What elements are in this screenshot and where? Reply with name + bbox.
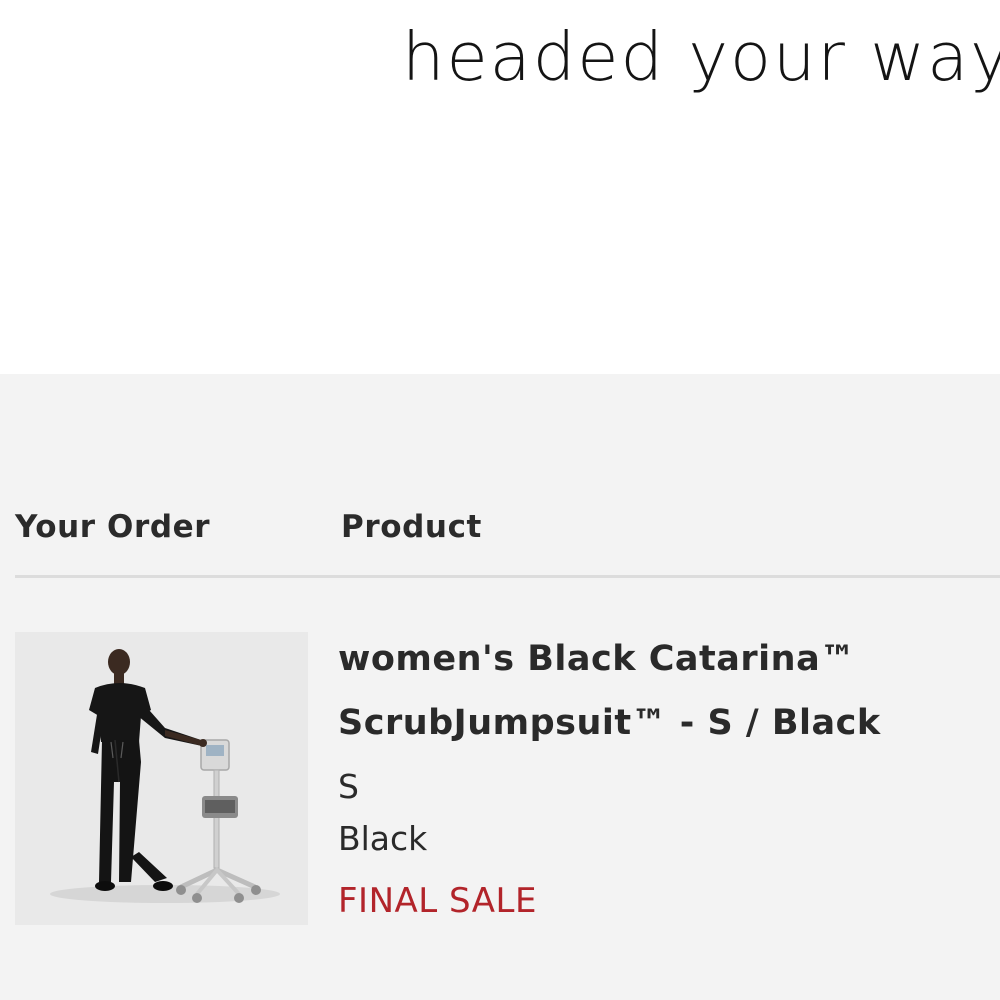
product-column-heading: Product (341, 509, 482, 545)
product-color: Black (338, 819, 428, 858)
final-sale-badge: FINAL SALE (338, 881, 537, 921)
order-divider (15, 575, 1000, 578)
product-thumbnail[interactable] (15, 632, 308, 925)
product-title-line-1[interactable]: women's Black Catarina™ (338, 642, 856, 677)
page-headline: headed your way (402, 18, 1000, 96)
product-photo-illustration (15, 632, 308, 925)
product-title-line-2[interactable]: ScrubJumpsuit™ - S / Black (338, 706, 881, 741)
order-summary-panel: Your Order Product women's Black Catarin… (0, 374, 1000, 1000)
your-order-heading: Your Order (15, 509, 211, 545)
order-confirmation-page: headed your way Your Order Product women… (0, 0, 1000, 1000)
confirmation-header: headed your way (0, 0, 1000, 374)
product-size: S (338, 767, 359, 806)
